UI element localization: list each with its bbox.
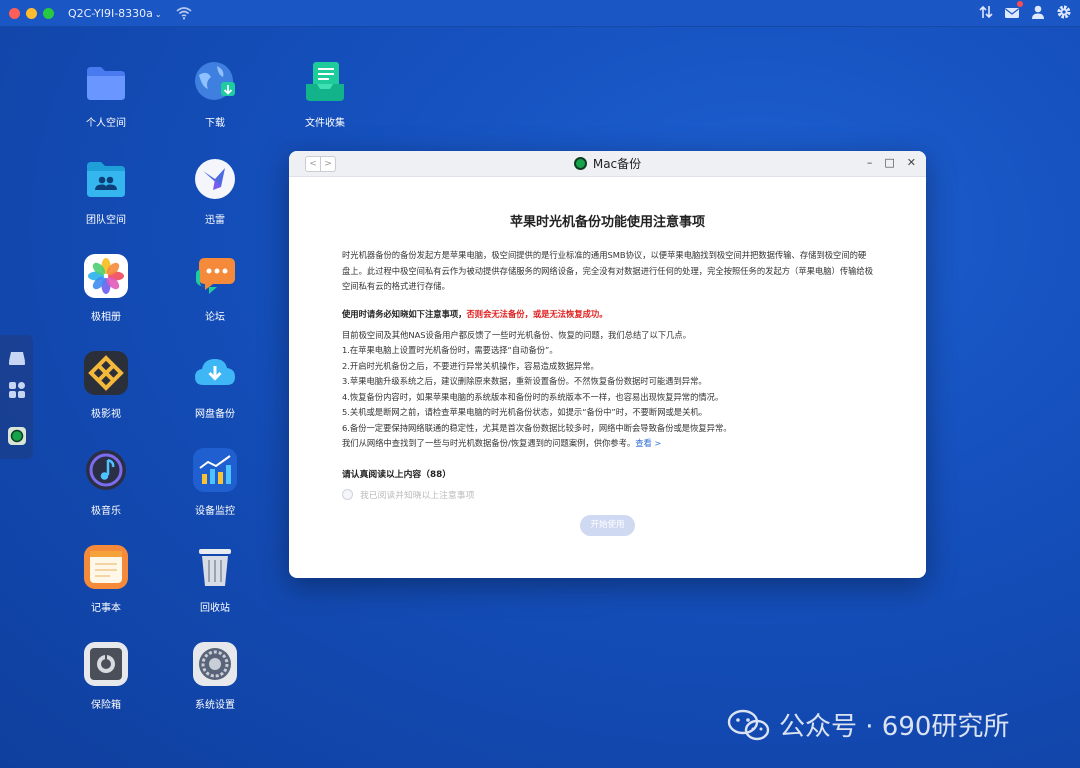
close-button[interactable]: ✕ xyxy=(907,156,916,169)
app-download[interactable]: 下载 xyxy=(170,60,260,129)
folder-icon xyxy=(84,60,128,104)
app-cloud-backup[interactable]: 网盘备份 xyxy=(170,351,260,420)
app-safe[interactable]: 保险箱 xyxy=(61,642,151,711)
side-dock xyxy=(0,335,33,459)
music-icon xyxy=(84,448,128,492)
zoom-window-button[interactable] xyxy=(43,7,54,19)
photos-icon xyxy=(84,254,128,298)
list-item: 目前极空间及其他NAS设备用户都反馈了一些时光机备份、恢复的问题，我们总结了以下… xyxy=(342,329,692,340)
list-item: 5.关机或是断网之前，请检查苹果电脑的时光机备份状态，如提示“备份中”时，不要断… xyxy=(342,407,707,417)
settings-icon xyxy=(193,642,237,686)
menu-bar: Q2C-YI9I-8330a ⌄ xyxy=(0,0,1080,27)
wechat-icon xyxy=(727,709,770,740)
app-file-collection[interactable]: 文件收集 xyxy=(280,60,370,129)
list-item: 1.在苹果电脑上设置时光机备份时，需要选择“自动备份”。 xyxy=(342,345,558,355)
list-item: 4.恢复备份内容时，如果苹果电脑的系统版本和备份时的系统版本不一样，也容易出现恢… xyxy=(342,391,724,402)
app-label: 极音乐 xyxy=(91,506,121,517)
window-controls: – □ ✕ xyxy=(867,156,916,169)
app-team-space[interactable]: 团队空间 xyxy=(61,157,151,226)
agree-label: 我已阅读并知晓以上注意事项 xyxy=(360,490,475,501)
mac-backup-window: < > Mac备份 – □ ✕ 苹果时光机备份功能使用注意事项 时光机器备份的备… xyxy=(289,151,926,578)
app-video[interactable]: 极影视 xyxy=(61,351,151,420)
app-label: 论坛 xyxy=(205,312,225,323)
view-link[interactable]: 查看 > xyxy=(635,438,661,448)
list-item-final: 我们从网络中查找到了一些与时光机数据备份/恢复遇到的问题案例，供你参考。查看 > xyxy=(342,436,873,452)
start-button[interactable]: 开始使用 xyxy=(580,514,635,536)
notice-list: 目前极空间及其他NAS设备用户都反馈了一些时光机备份、恢复的问题，我们总结了以下… xyxy=(342,328,873,452)
app-label: 下载 xyxy=(205,118,225,129)
list-item: 6.备份一定要保持网络联通的稳定性，尤其是首次备份数据比较多时，网络中断会导致备… xyxy=(342,422,732,433)
list-item: 2.开启时光机备份之后，不要进行异常关机操作，容易造成数据异常。 xyxy=(342,360,599,371)
chat-bubble-icon xyxy=(193,254,237,298)
minimize-button[interactable]: – xyxy=(867,156,873,169)
final-line: 我们从网络中查找到了一些与时光机数据备份/恢复遇到的问题案例，供你参考。 xyxy=(342,438,636,448)
app-personal-space[interactable]: 个人空间 xyxy=(61,60,151,129)
watermark: 公众号 · 690研究所 xyxy=(727,706,1009,743)
close-window-button[interactable] xyxy=(9,7,20,19)
minimize-window-button[interactable] xyxy=(26,7,37,19)
app-recycle-bin[interactable]: 回收站 xyxy=(170,545,260,614)
app-forum[interactable]: 论坛 xyxy=(170,254,260,323)
app-label: 极相册 xyxy=(91,312,121,323)
nav-forward-button[interactable]: > xyxy=(321,156,336,172)
app-label: 个人空间 xyxy=(86,118,126,129)
agree-row: 我已阅读并知晓以上注意事项 xyxy=(342,488,873,501)
app-label: 系统设置 xyxy=(195,700,235,711)
grid-apps-icon[interactable] xyxy=(8,381,26,399)
chart-monitor-icon xyxy=(193,448,237,492)
team-folder-icon xyxy=(84,157,128,201)
notice-content: 苹果时光机备份功能使用注意事项 时光机器备份的备份发起方是苹果电脑，极空间提供的… xyxy=(289,211,926,536)
app-device-monitor[interactable]: 设备监控 xyxy=(170,448,260,517)
transfer-icon[interactable] xyxy=(978,4,994,20)
gear-icon[interactable] xyxy=(1056,4,1072,20)
read-countdown: 请认真阅读以上内容（88） xyxy=(342,469,452,480)
list-item: 3.苹果电脑升级系统之后，建议删除原来数据，重新设置备份。不然恢复备份数据时可能… xyxy=(342,376,707,386)
app-system-settings[interactable]: 系统设置 xyxy=(170,642,260,711)
safe-icon xyxy=(84,642,128,686)
app-label: 团队空间 xyxy=(86,215,126,226)
warning-prefix: 使用时请务必知晓如下注意事项， xyxy=(342,308,467,319)
video-icon xyxy=(84,351,128,395)
trash-icon xyxy=(193,545,237,589)
cloud-download-icon xyxy=(193,351,237,395)
app-label: 迅雷 xyxy=(205,215,225,226)
bird-icon xyxy=(193,157,237,201)
intro-paragraph: 时光机器备份的备份发起方是苹果电脑，极空间提供的是行业标准的通用SMB协议，以便… xyxy=(342,250,874,291)
user-icon[interactable] xyxy=(1030,4,1046,20)
notification-button[interactable] xyxy=(1004,1,1023,20)
window-nav: < > xyxy=(305,156,336,172)
app-label: 保险箱 xyxy=(91,700,121,711)
device-name-label: Q2C-YI9I-8330a xyxy=(68,6,153,20)
app-label: 网盘备份 xyxy=(195,409,235,420)
window-traffic-lights xyxy=(9,7,54,19)
app-photos[interactable]: 极相册 xyxy=(61,254,151,323)
time-machine-icon xyxy=(573,157,587,170)
window-title: Mac备份 xyxy=(592,157,642,171)
drive-icon[interactable] xyxy=(8,349,26,367)
app-label: 极影视 xyxy=(91,409,121,420)
notepad-icon xyxy=(84,545,128,589)
app-label: 记事本 xyxy=(91,603,121,614)
app-music[interactable]: 极音乐 xyxy=(61,448,151,517)
window-title-bar[interactable]: < > Mac备份 – □ ✕ xyxy=(289,151,926,177)
warning-line: 使用时请务必知晓如下注意事项，否则会无法备份，或是无法恢复成功。 xyxy=(342,308,873,320)
device-selector[interactable]: Q2C-YI9I-8330a ⌄ xyxy=(68,7,162,20)
file-collect-icon xyxy=(303,60,347,104)
app-notepad[interactable]: 记事本 xyxy=(61,545,151,614)
unread-badge xyxy=(1017,1,1023,7)
notice-title: 苹果时光机备份功能使用注意事项 xyxy=(509,215,705,230)
app-label: 文件收集 xyxy=(305,118,345,129)
nav-back-button[interactable]: < xyxy=(305,156,321,172)
mac-backup-icon[interactable] xyxy=(8,427,26,445)
app-label: 回收站 xyxy=(200,603,230,614)
watermark-text: 公众号 · 690研究所 xyxy=(779,712,1010,742)
app-label: 设备监控 xyxy=(195,506,235,517)
maximize-button[interactable]: □ xyxy=(884,156,894,169)
warning-red-text: 否则会无法备份，或是无法恢复成功。 xyxy=(466,308,608,319)
globe-download-icon xyxy=(193,60,237,104)
chevron-down-icon: ⌄ xyxy=(154,9,162,19)
app-xunlei[interactable]: 迅雷 xyxy=(170,157,260,226)
agree-checkbox[interactable] xyxy=(342,488,353,500)
wifi-icon xyxy=(176,7,192,20)
